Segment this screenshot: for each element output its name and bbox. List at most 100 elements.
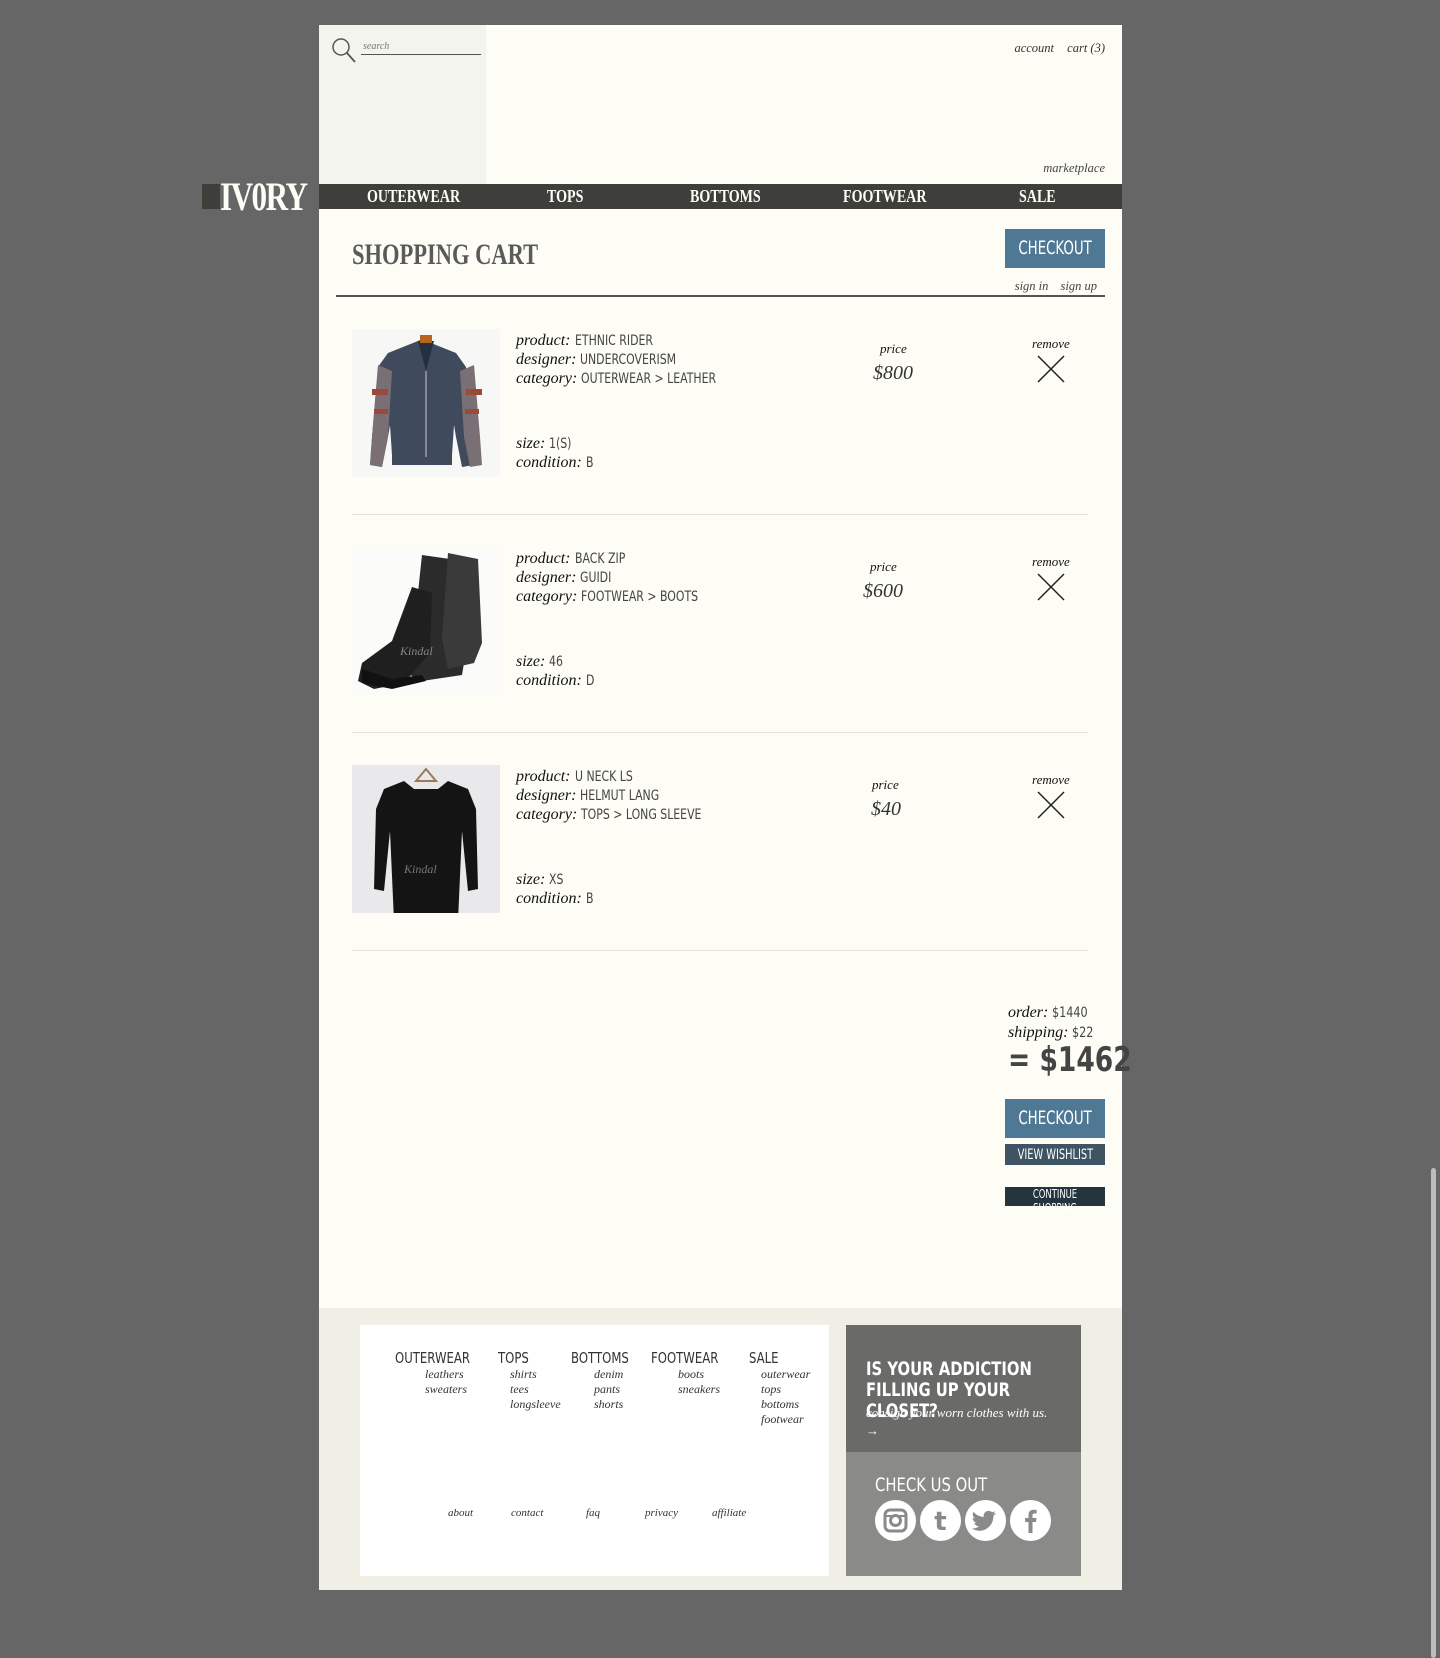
footer-link[interactable]: bottoms [761,1397,810,1412]
category-line: category: OUTERWEAR > LEATHER [516,369,755,389]
footer-heading[interactable]: SALE [749,1349,797,1367]
category-name[interactable]: TOPS > LONG SLEEVE [581,806,701,825]
order-summary: order: $1440 shipping: $22 [1008,1003,1099,1043]
affiliate-link[interactable]: affiliate [712,1507,746,1519]
cart-link[interactable]: cart (3) [1067,41,1105,55]
leather-jacket-photo[interactable] [352,329,500,477]
view-wishlist-label: VIEW WISHLIST [1017,1147,1093,1163]
footer-link[interactable]: outerwear [761,1367,810,1382]
footer-link[interactable]: longsleeve [510,1397,561,1412]
continue-shopping-label: CONTINUE SHOPPING [1032,1187,1078,1215]
svg-text:Kindal: Kindal [399,644,433,658]
footer-link[interactable]: tees [510,1382,561,1397]
designer-name[interactable]: GUIDI [580,569,611,588]
footer-link[interactable]: sneakers [678,1382,737,1397]
product-name[interactable]: U NECK LS [575,768,633,787]
condition-label: condition: [516,890,582,907]
privacy-link[interactable]: privacy [645,1507,678,1519]
cart-item: Kindal product: U NECK LS designer: HELMUT… [352,732,1088,951]
twitter-icon[interactable] [965,1500,1006,1541]
footer-links: OUTERWEAR leathers sweaters TOPS shirts … [360,1325,829,1576]
footer-heading[interactable]: FOOTWEAR [651,1349,718,1367]
view-wishlist-button[interactable]: VIEW WISHLIST [1005,1144,1105,1165]
about-link[interactable]: about [448,1507,473,1519]
designer-label: designer: [516,569,577,586]
search-panel [319,25,486,184]
arrow-right-icon[interactable]: → [866,1423,879,1439]
logo-text: IV0RY [220,174,308,219]
nav-bottoms[interactable]: BOTTOMS [690,186,761,206]
condition-label: condition: [516,454,582,471]
price-value: $600 [863,580,903,602]
close-icon[interactable] [1036,572,1066,602]
designer-label: designer: [516,787,577,804]
designer-name[interactable]: HELMUT LANG [580,787,659,806]
footer-link[interactable]: shirts [510,1367,561,1382]
footer: OUTERWEAR leathers sweaters TOPS shirts … [319,1308,1122,1590]
close-icon[interactable] [1036,354,1066,384]
footer-link[interactable]: shorts [594,1397,645,1412]
designer-line: designer: HELMUT LANG [516,786,682,806]
logo[interactable]: IV0RY [202,177,319,217]
svg-text:Kindal: Kindal [403,862,437,876]
footer-link[interactable]: tops [761,1382,810,1397]
nav-tops[interactable]: TOPS [547,186,583,206]
close-icon[interactable] [1036,790,1066,820]
page: account cart (3) marketplace SHOPPING CA… [319,25,1132,1590]
product-name[interactable]: ETHNIC RIDER [575,332,653,351]
category-name[interactable]: FOOTWEAR > BOOTS [581,588,698,607]
scrollbar[interactable] [1431,1168,1436,1658]
product-label: product: [516,550,571,567]
footer-link[interactable]: leathers [425,1367,491,1382]
facebook-icon[interactable] [1010,1500,1051,1541]
footer-link[interactable]: boots [678,1367,737,1382]
footer-heading[interactable]: BOTTOMS [571,1349,629,1367]
order-value: $1440 [1052,1005,1088,1021]
search-input[interactable] [361,39,481,55]
condition-line: condition: B [516,889,595,909]
nav-sale[interactable]: SALE [1019,186,1056,206]
boots-photo[interactable]: Kindal [352,547,500,695]
account-link[interactable]: account [1014,41,1054,55]
contact-link[interactable]: contact [511,1507,543,1519]
designer-line: designer: GUIDI [516,568,621,588]
size-label: size: [516,871,546,888]
footer-link[interactable]: pants [594,1382,645,1397]
product-label: product: [516,768,571,785]
footer-link[interactable]: denim [594,1367,645,1382]
instagram-icon[interactable] [875,1500,916,1541]
search-icon[interactable] [331,37,357,65]
consign-promo[interactable]: IS YOUR ADDICTION FILLING UP YOUR CLOSET… [846,1325,1081,1452]
product-name[interactable]: BACK ZIP [575,550,625,569]
continue-shopping-button[interactable]: CONTINUE SHOPPING [1005,1187,1105,1215]
marketplace-link[interactable]: marketplace [1043,161,1105,176]
designer-name[interactable]: UNDERCOVERISM [580,351,676,370]
checkout-button-top-label: CHECKOUT [1018,237,1092,259]
footer-link[interactable]: footwear [761,1412,810,1427]
checkout-button-top[interactable]: CHECKOUT [1005,229,1105,268]
price-label: price [872,777,899,792]
remove-label: remove [1032,554,1070,569]
size-line: size: XS [516,870,568,890]
faq-link[interactable]: faq [586,1507,600,1519]
footer-link[interactable]: sweaters [425,1382,491,1397]
designer-label: designer: [516,351,577,368]
category-name[interactable]: OUTERWEAR > LEATHER [581,370,716,389]
shipping-label: shipping: [1008,1024,1069,1041]
footer-column-tops: TOPS shirts tees longsleeve [498,1349,561,1412]
price-label: price [870,559,897,574]
footer-heading[interactable]: OUTERWEAR [395,1349,470,1367]
long-sleeve-photo[interactable]: Kindal [352,765,500,913]
nav-footwear[interactable]: FOOTWEAR [843,186,926,206]
category-label: category: [516,370,578,387]
footer-heading[interactable]: TOPS [498,1349,547,1367]
cart-item: product: ETHNIC RIDER designer: UNDERCOVER… [352,296,1088,515]
sign-up-link[interactable]: sign up [1061,279,1097,293]
size-value: 46 [549,654,564,670]
size-value: XS [549,872,564,888]
sign-in-link[interactable]: sign in [1015,279,1049,293]
item-details: product: ETHNIC RIDER designer: UNDERCOVER… [516,331,836,481]
checkout-button[interactable]: CHECKOUT [1005,1099,1105,1138]
tumblr-icon[interactable]: t [920,1500,961,1541]
nav-outerwear[interactable]: OUTERWEAR [367,186,460,206]
